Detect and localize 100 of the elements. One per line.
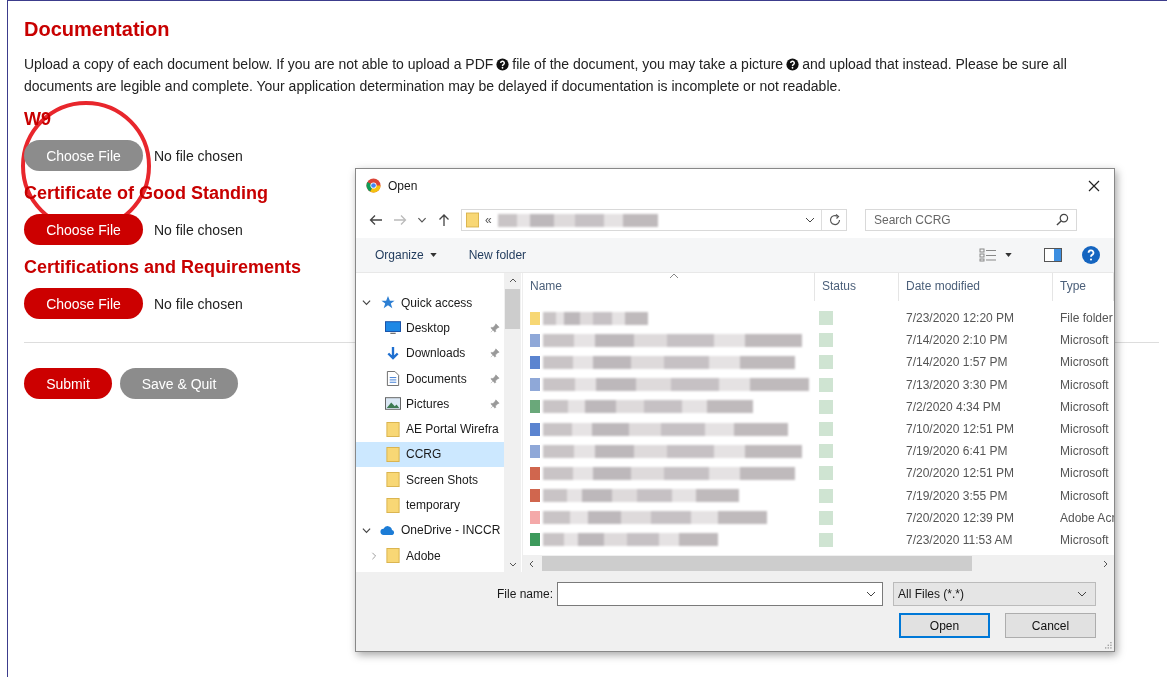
sidebar-label: Downloads (406, 346, 466, 361)
sidebar-item[interactable]: CCRG (356, 441, 504, 468)
sidebar-label: Documents (406, 371, 467, 386)
date-modified-cell-text: 7/19/2020 3:55 PM (905, 488, 1009, 503)
view-options-icon[interactable] (979, 248, 997, 262)
sidebar-item[interactable]: Desktop (356, 315, 504, 341)
sidebar-item[interactable]: Downloads (356, 340, 504, 366)
toolbar-button[interactable]: New folder (468, 248, 527, 262)
file-type-cell-text: Microsoft (1059, 333, 1110, 348)
date-modified-cell-text: 7/20/2020 12:39 PM (905, 510, 1016, 525)
sidebar-item[interactable]: Quick access (356, 290, 504, 316)
sidebar-item[interactable]: Screen Shots (356, 467, 504, 493)
sidebar-item[interactable]: OneDrive - INCCR (356, 517, 504, 543)
search-field[interactable]: Search CCRG (865, 209, 1077, 231)
document-label: Certifications and Requirements (24, 256, 302, 279)
blurred-status-icon (819, 377, 833, 392)
file-name-field[interactable] (557, 582, 883, 606)
file-type-cell-text: Microsoft (1059, 377, 1110, 392)
sidebar-item[interactable]: Pictures (356, 391, 504, 417)
preview-pane-icon[interactable] (1044, 248, 1062, 262)
dialog-button[interactable]: Open (899, 613, 990, 638)
star-icon (380, 295, 396, 311)
column-header[interactable]: Status (815, 273, 899, 301)
pin-icon[interactable] (490, 322, 500, 333)
sidebar-item[interactable]: temporary (356, 492, 504, 518)
sidebar-item[interactable]: Documents (356, 365, 504, 392)
chevron-down-icon[interactable] (805, 217, 815, 223)
scroll-up-icon[interactable] (508, 278, 517, 283)
date-modified-cell-text: 7/23/2020 12:20 PM (905, 311, 1016, 326)
picture-icon (385, 396, 401, 412)
file-type-cell-text: Microsoft (1059, 422, 1110, 437)
refresh-icon[interactable] (828, 213, 842, 227)
browser-logo-icon (366, 178, 381, 193)
sidebar-item[interactable]: AE Portal Wirefra (356, 416, 504, 442)
blurred-status-icon (819, 333, 833, 348)
sidebar-label: Pictures (406, 396, 450, 411)
chevron-down-icon[interactable] (417, 217, 427, 223)
column-header[interactable]: Type (1053, 273, 1114, 301)
search-icon (1056, 213, 1069, 226)
date-modified-cell-text: 7/2/2020 4:34 PM (905, 399, 1002, 414)
monitor-icon (385, 320, 401, 336)
file-type-cell-text: Microsoft (1059, 488, 1110, 503)
horizontal-scrollbar[interactable] (523, 555, 1114, 572)
sidebar-item[interactable]: Adobe (356, 542, 504, 569)
back-arrow-icon[interactable] (369, 213, 383, 227)
column-header[interactable]: Name (523, 273, 815, 301)
scroll-thumb[interactable] (505, 289, 520, 329)
expand-chevron-icon[interactable] (362, 525, 371, 535)
pin-icon[interactable] (490, 373, 500, 384)
folder-icon (385, 548, 401, 564)
instructions-text: Upload a copy of each document below. If you are not able to upload a PDF (24, 55, 494, 74)
scroll-down-icon[interactable] (508, 562, 517, 567)
pin-icon[interactable] (490, 398, 500, 409)
sidebar-label: OneDrive - INCCR (401, 523, 501, 538)
instructions-text: and upload that instead. Please be sure all (802, 55, 1067, 74)
sidebar-label: Adobe (406, 548, 441, 563)
file-type-cell-text: Microsoft (1059, 399, 1110, 414)
folder-icon (466, 212, 479, 228)
help-icon[interactable] (786, 57, 800, 71)
folder-icon (385, 497, 401, 513)
sidebar-label: Screen Shots (406, 472, 479, 487)
file-status-text: No file chosen (154, 295, 243, 312)
column-header[interactable]: Date modified (899, 273, 1053, 301)
action-button[interactable]: Submit (24, 368, 112, 399)
toolbar-button[interactable]: Organize (375, 248, 437, 262)
file-type-cell-text: Microsoft (1059, 355, 1110, 370)
scroll-thumb[interactable] (542, 556, 972, 571)
help-icon[interactable] (496, 57, 510, 71)
instructions-text: documents are legible and complete. Your application determination may be delayed if documentation is incomplete or not readable. (24, 77, 842, 96)
resize-grip-icon[interactable] (1105, 642, 1112, 649)
folder-icon (385, 446, 401, 462)
file-type-dropdown[interactable]: All Files (*.*) (893, 582, 1096, 606)
expand-chevron-icon[interactable] (362, 298, 371, 308)
address-bar[interactable]: « (461, 209, 847, 231)
file-type-cell-text: File folder (1059, 311, 1114, 326)
folder-icon (385, 472, 401, 488)
dropdown-triangle-icon[interactable] (1005, 253, 1012, 257)
pin-icon[interactable] (490, 348, 500, 359)
blurred-status-icon (819, 311, 833, 326)
date-modified-cell-text: 7/19/2020 6:41 PM (905, 444, 1009, 459)
choose-file-button[interactable]: Choose File (24, 214, 143, 245)
blurred-status-icon (819, 488, 833, 503)
blurred-status-icon (819, 532, 833, 547)
date-modified-cell-text: 7/20/2020 12:51 PM (905, 466, 1016, 481)
file-name-label: File name: (496, 587, 553, 601)
sidebar-label: temporary (406, 498, 461, 512)
sidebar-label: Quick access (401, 295, 473, 310)
blurred-status-icon (819, 422, 833, 437)
dialog-button[interactable]: Cancel (1005, 613, 1096, 638)
choose-file-button[interactable]: Choose File (24, 288, 143, 319)
scroll-right-icon[interactable] (1103, 559, 1108, 568)
close-icon[interactable] (1088, 179, 1100, 192)
date-modified-cell-text: 7/14/2020 1:57 PM (905, 355, 1009, 370)
scroll-left-icon[interactable] (529, 559, 534, 568)
file-type-cell-text: Microsoft (1059, 444, 1110, 459)
chevron-down-icon (866, 591, 876, 597)
sidebar-label: Desktop (406, 320, 451, 335)
chevron-down-icon (1077, 591, 1087, 597)
up-arrow-icon[interactable] (437, 213, 451, 227)
vertical-scrollbar[interactable] (504, 273, 521, 572)
